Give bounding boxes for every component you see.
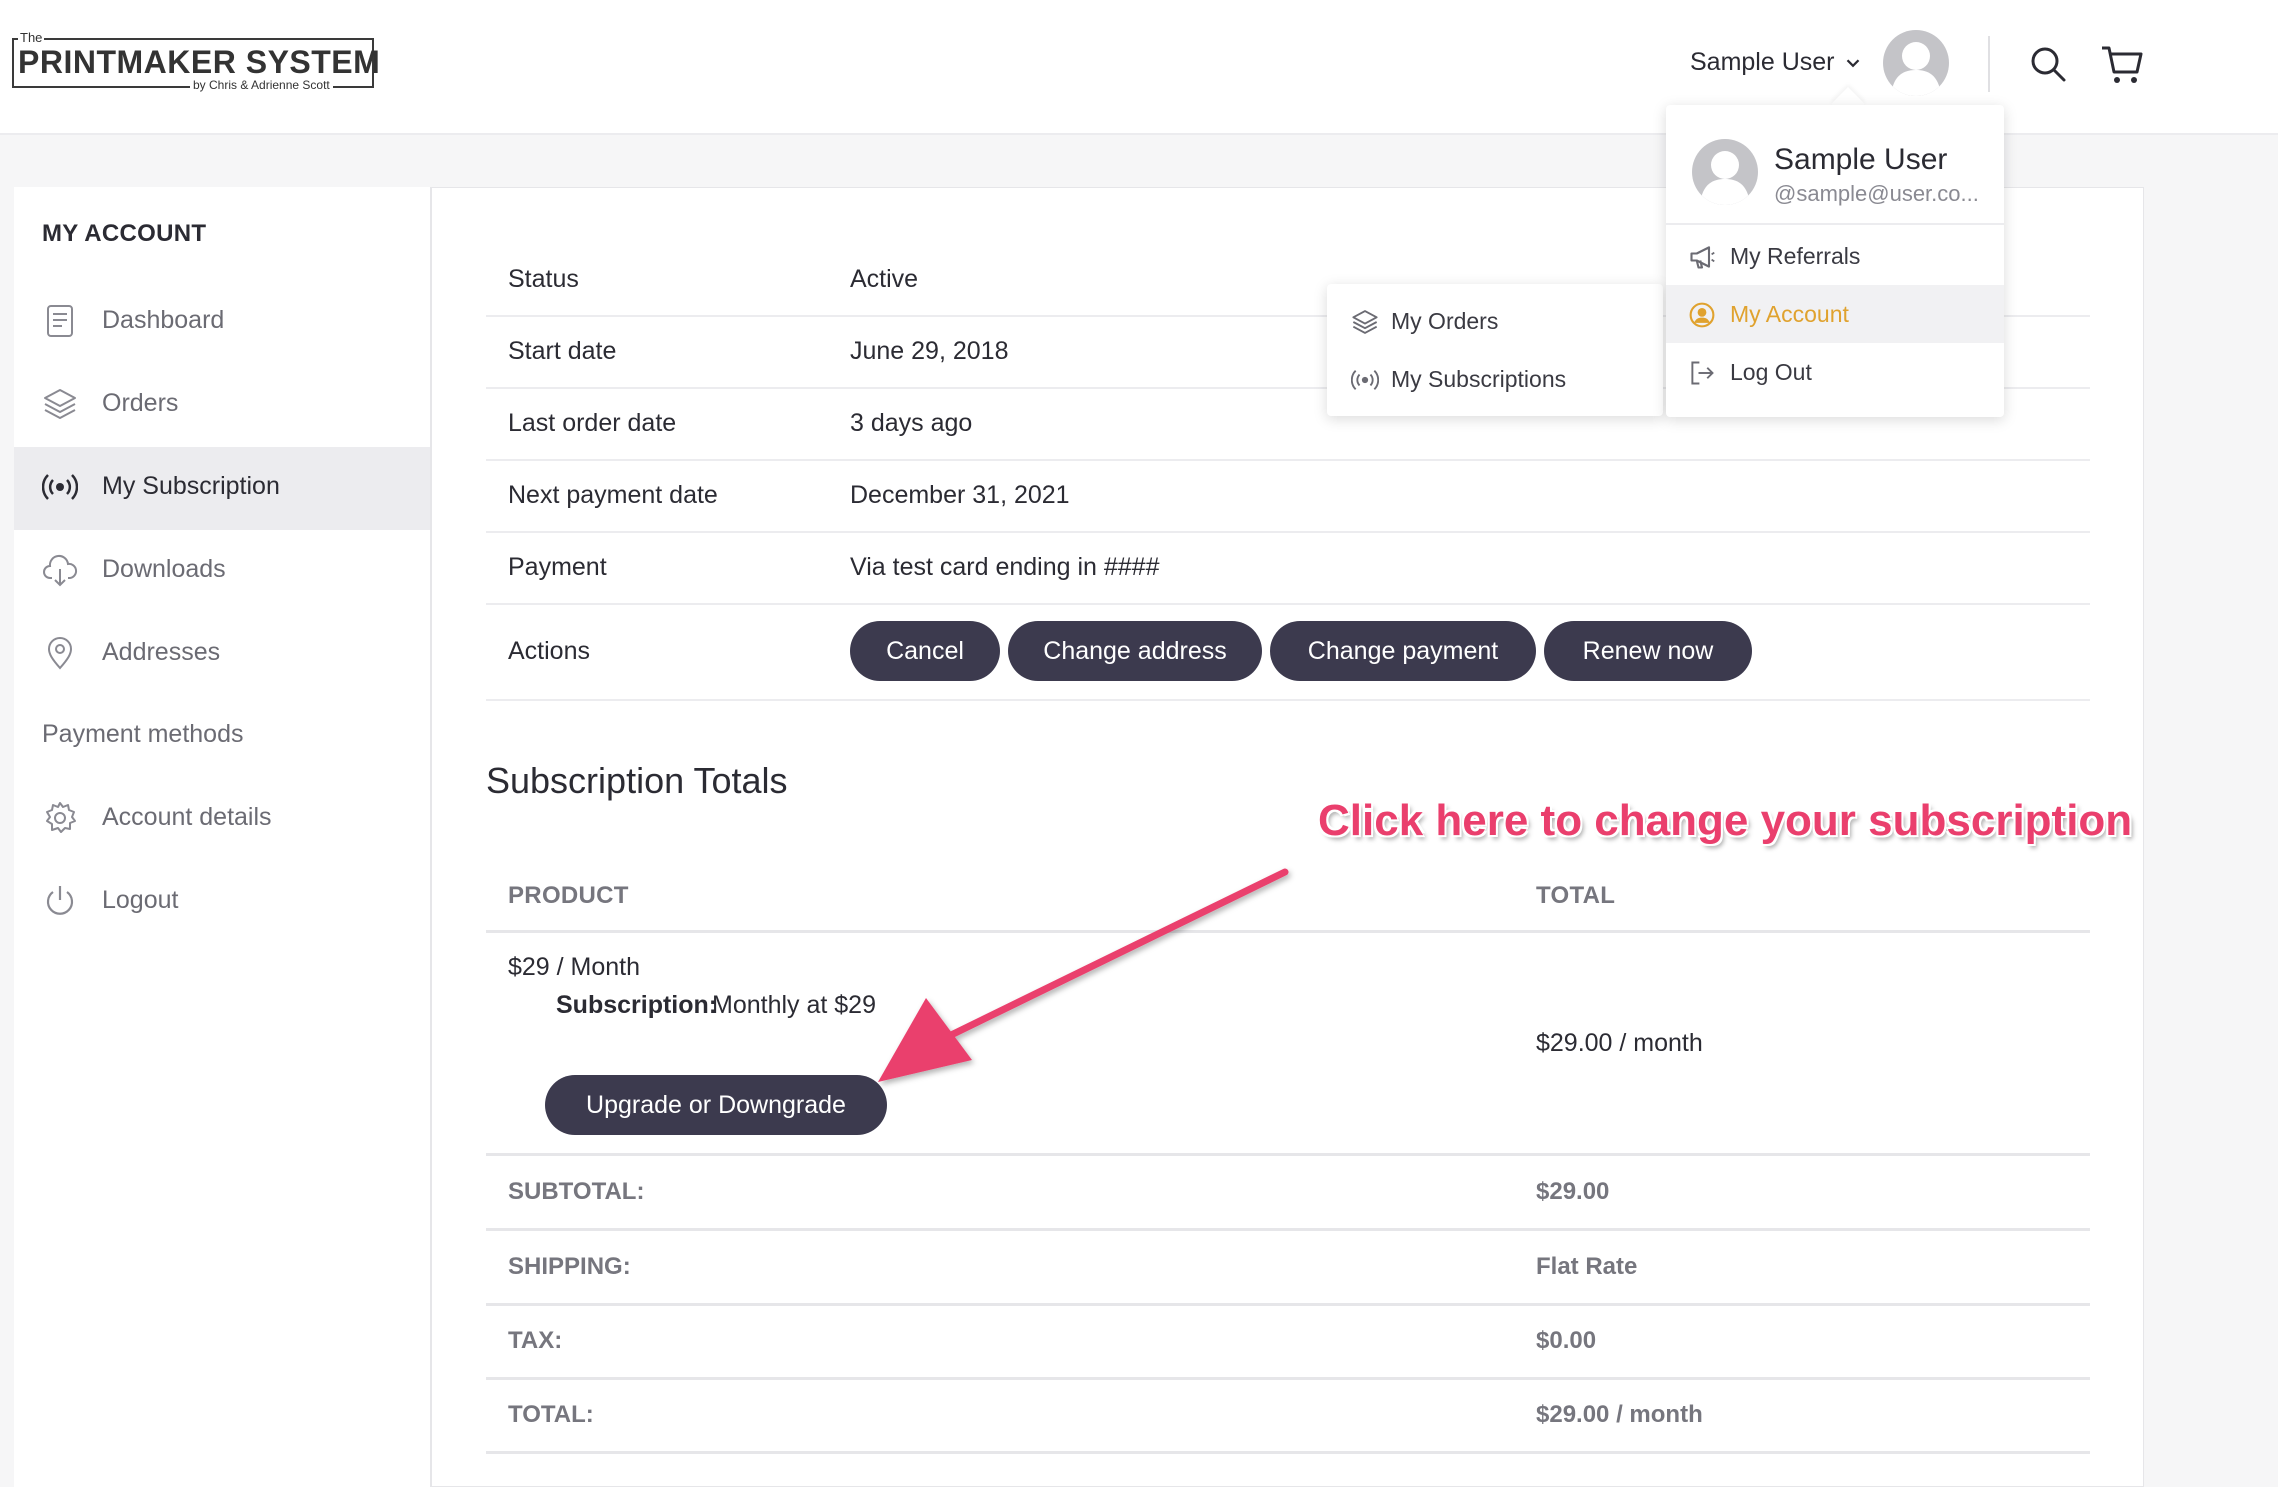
row-value: Via test card ending in #### <box>850 553 1160 581</box>
sidebar-item-label: Downloads <box>102 555 226 583</box>
annotation-callout: Click here to change your subscription <box>1318 796 2133 845</box>
avatar <box>1692 139 1758 205</box>
row-label: Start date <box>508 337 617 365</box>
renew-now-button[interactable]: Renew now <box>1544 621 1752 681</box>
row-value: Active <box>850 265 919 293</box>
logo-the: The <box>18 30 45 45</box>
sidebar-item-downloads[interactable]: Downloads <box>14 530 430 613</box>
table-row: Payment Via test card ending in #### <box>486 531 2090 605</box>
logo-title: PRINTMAKER SYSTEM <box>18 44 381 80</box>
sidebar-item-label: My Subscription <box>102 472 280 500</box>
row-label: Status <box>508 265 579 293</box>
submenu-item-my-orders[interactable]: My Orders <box>1327 292 1663 350</box>
megaphone-icon <box>1690 246 1715 269</box>
submenu-item-my-subscriptions[interactable]: My Subscriptions <box>1327 350 1663 408</box>
user-menu-toggle[interactable]: Sample User <box>1690 48 1835 77</box>
account-submenu: My Orders My Subscriptions <box>1327 284 1663 416</box>
power-icon <box>46 886 74 915</box>
summary-label: TAX: <box>508 1327 563 1354</box>
sidebar-item-payment-methods[interactable]: Payment methods <box>14 695 430 778</box>
gear-icon <box>46 802 76 833</box>
annotation-arrow-icon <box>878 868 1289 1082</box>
column-header-total: TOTAL <box>1536 882 1616 909</box>
dropdown-item-label: My Account <box>1730 301 1849 327</box>
sidebar-item-account-details[interactable]: Account details <box>14 778 430 861</box>
dropdown-item-my-referrals[interactable]: My Referrals <box>1666 227 2004 285</box>
avatar[interactable] <box>1883 30 1949 96</box>
dashboard-icon <box>47 305 73 337</box>
summary-value: $29.00 / month <box>1536 1401 1703 1428</box>
header-divider <box>1988 36 1990 92</box>
sidebar-item-label: Logout <box>102 886 179 914</box>
summary-row-shipping: SHIPPING: Flat Rate <box>486 1231 2090 1306</box>
cloud-download-icon <box>43 555 78 587</box>
summary-label: SHIPPING: <box>508 1253 631 1280</box>
search-icon[interactable] <box>2028 44 2068 84</box>
submenu-item-label: My Orders <box>1391 308 1499 334</box>
table-row: Next payment date December 31, 2021 <box>486 459 2090 533</box>
section-title: Subscription Totals <box>486 760 788 801</box>
dropdown-divider <box>1666 223 2004 225</box>
actions-row: Actions Cancel Change address Change pay… <box>486 603 2090 701</box>
change-payment-button[interactable]: Change payment <box>1270 621 1536 681</box>
summary-value: $0.00 <box>1536 1327 1597 1354</box>
dropdown-user-name: Sample User <box>1774 143 1948 176</box>
upgrade-downgrade-button[interactable]: Upgrade or Downgrade <box>545 1075 887 1135</box>
sidebar-item-label: Orders <box>102 389 179 417</box>
sidebar-item-dashboard[interactable]: Dashboard <box>14 281 430 364</box>
layers-icon <box>44 389 76 419</box>
sidebar-item-label: Payment methods <box>42 720 244 748</box>
dropdown-item-label: My Referrals <box>1730 243 1861 269</box>
row-label: Next payment date <box>508 481 718 509</box>
row-label: Last order date <box>508 409 677 437</box>
product-name: $29 / Month <box>508 953 641 981</box>
user-circle-icon <box>1689 302 1715 328</box>
product-meta-label: Subscription: <box>556 991 718 1019</box>
logo-subtitle: by Chris & Adrienne Scott <box>190 78 333 92</box>
cart-icon[interactable] <box>2100 42 2144 86</box>
sidebar-item-orders[interactable]: Orders <box>14 364 430 447</box>
row-value: December 31, 2021 <box>850 481 1070 509</box>
user-dropdown-menu: Sample User @sample@user.co... My Referr… <box>1666 105 2004 417</box>
broadcast-icon <box>1351 370 1379 390</box>
summary-row-total: TOTAL: $29.00 / month <box>486 1379 2090 1454</box>
sidebar-item-label: Account details <box>102 803 272 831</box>
sidebar-title: MY ACCOUNT <box>42 220 207 247</box>
summary-row-tax: TAX: $0.00 <box>486 1305 2090 1380</box>
dropdown-item-my-account[interactable]: My Account <box>1666 285 2004 343</box>
product-total: $29.00 / month <box>1536 1029 1703 1057</box>
row-value: 3 days ago <box>850 409 973 437</box>
column-header-product: PRODUCT <box>508 882 629 909</box>
logout-icon <box>1691 361 1714 385</box>
summary-row-subtotal: SUBTOTAL: $29.00 <box>486 1156 2090 1231</box>
row-label: Actions <box>508 637 590 665</box>
sidebar-item-label: Dashboard <box>102 306 225 334</box>
summary-label: TOTAL: <box>508 1401 594 1428</box>
sidebar-item-logout[interactable]: Logout <box>14 861 430 944</box>
location-pin-icon <box>47 637 73 670</box>
change-address-button[interactable]: Change address <box>1008 621 1262 681</box>
chevron-down-icon[interactable] <box>1842 52 1864 74</box>
summary-value: $29.00 <box>1536 1178 1610 1205</box>
broadcast-icon <box>42 474 78 500</box>
row-value: June 29, 2018 <box>850 337 1009 365</box>
sidebar-item-addresses[interactable]: Addresses <box>14 613 430 696</box>
product-meta-value: Monthly at $29 <box>712 991 876 1019</box>
layers-icon <box>1352 310 1378 334</box>
summary-value: Flat Rate <box>1536 1253 1638 1280</box>
row-label: Payment <box>508 553 607 581</box>
user-silhouette-icon <box>1700 151 1750 205</box>
user-silhouette-icon <box>1891 42 1941 96</box>
dropdown-user-email: @sample@user.co... <box>1774 181 1979 206</box>
dropdown-item-label: Log Out <box>1730 359 1812 385</box>
summary-label: SUBTOTAL: <box>508 1178 645 1205</box>
dropdown-item-log-out[interactable]: Log Out <box>1666 343 2004 401</box>
sidebar-item-my-subscription[interactable]: My Subscription <box>14 447 430 530</box>
submenu-item-label: My Subscriptions <box>1391 366 1567 392</box>
sidebar-item-label: Addresses <box>102 638 221 666</box>
cancel-button[interactable]: Cancel <box>850 621 1000 681</box>
